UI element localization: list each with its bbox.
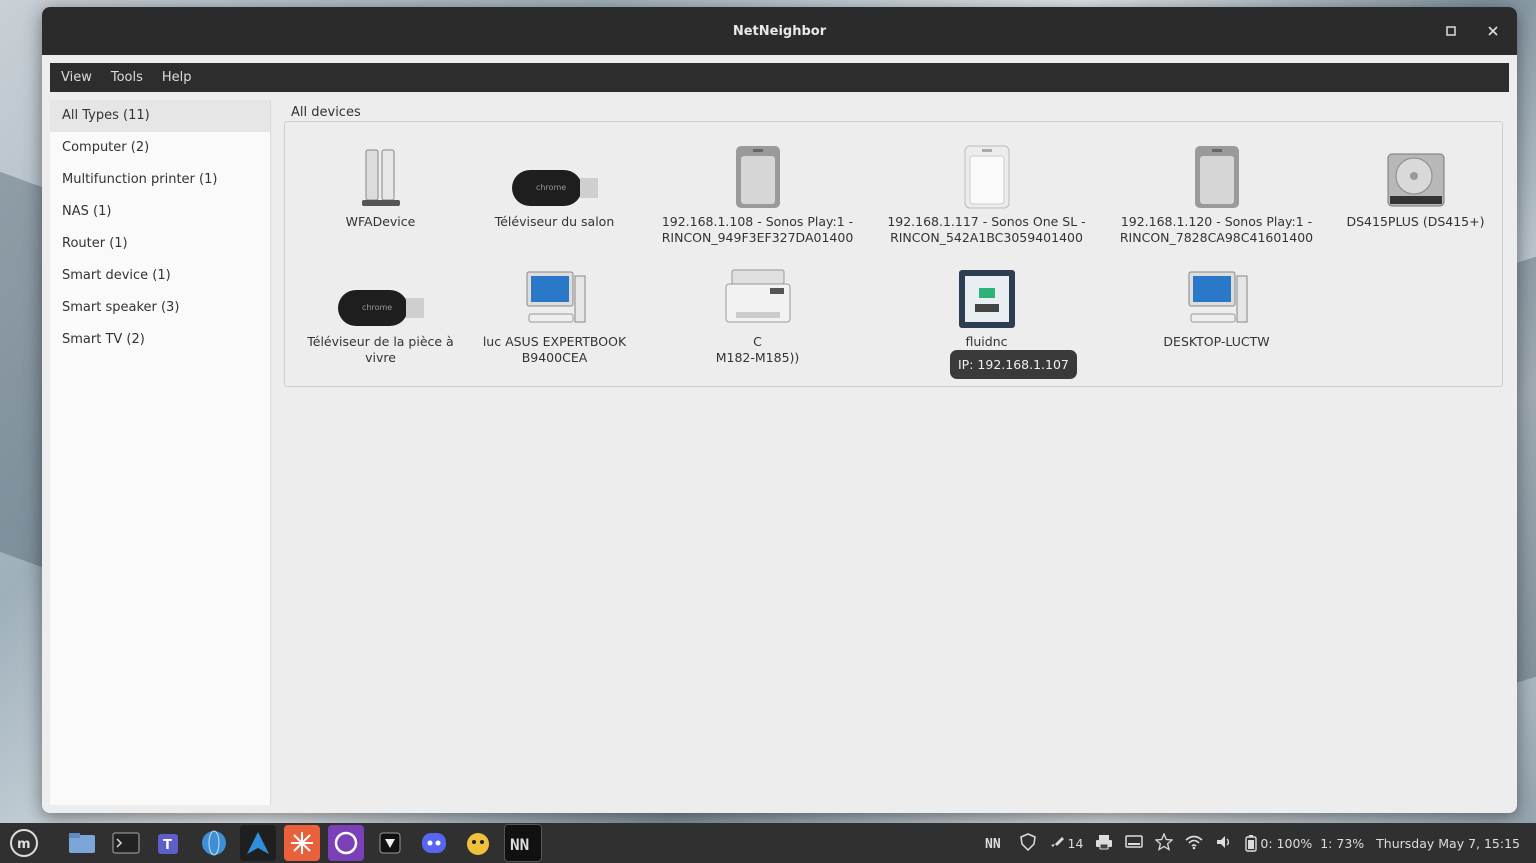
device-label-line1: 192.168.1.117 - Sonos One SL - xyxy=(887,214,1086,229)
star-icon[interactable] xyxy=(1154,831,1174,854)
menu-bar: View Tools Help xyxy=(50,63,1509,92)
menu-tools[interactable]: Tools xyxy=(100,70,151,85)
device-label-line2: RINCON_542A1BC3059401400 xyxy=(890,230,1083,245)
file-manager-icon[interactable] xyxy=(64,825,100,861)
device-tile[interactable]: DESKTOP-LUCTW xyxy=(1109,260,1324,350)
notification-count: 14 xyxy=(1067,835,1084,851)
device-label-line2: B9400CEA xyxy=(521,350,588,365)
device-label-line2: RINCON_7828CA98C41601400 xyxy=(1119,230,1314,245)
group-label: All devices xyxy=(291,105,361,120)
svg-text:chrome: chrome xyxy=(362,303,392,312)
clock[interactable]: Thursday May 7, 15:15 xyxy=(1376,836,1520,851)
netneighbor-tray-icon[interactable]: NN xyxy=(985,833,1007,854)
svg-text:T: T xyxy=(163,838,172,853)
svg-text:NN: NN xyxy=(985,837,1001,851)
device-tile[interactable]: fluidnc xyxy=(879,260,1094,350)
svg-text:NN: NN xyxy=(510,835,529,854)
ip-tooltip: IP: 192.168.1.107 xyxy=(950,350,1077,379)
sidebar-item-nas[interactable]: NAS (1) xyxy=(50,196,270,228)
device-tile[interactable]: 192.168.1.117 - Sonos One SL - RINCON_54… xyxy=(879,140,1094,246)
mascot-app-icon[interactable] xyxy=(460,825,496,861)
sidebar-item-smart-speaker[interactable]: Smart speaker (3) xyxy=(50,292,270,324)
device-label-line2: RINCON_949F3EF327DA01400 xyxy=(661,230,854,245)
netneighbor-window: NetNeighbor View Tools Help All Types (1… xyxy=(42,7,1517,813)
device-label-line2: C xyxy=(753,334,762,349)
device-tile[interactable]: C M182-M185)) xyxy=(650,260,865,366)
sidebar-item-computer[interactable]: Computer (2) xyxy=(50,132,270,164)
desktop-computer-icon xyxy=(447,260,662,330)
sidebar-item-smart-tv[interactable]: Smart TV (2) xyxy=(50,324,270,356)
spark-app-icon[interactable] xyxy=(284,825,320,861)
maximize-icon[interactable] xyxy=(1441,21,1461,41)
terminal-icon[interactable] xyxy=(108,825,144,861)
device-label: DESKTOP-LUCTW xyxy=(1163,334,1270,349)
device-label-line1: 192.168.1.120 - Sonos Play:1 - xyxy=(1120,214,1313,229)
printer-icon xyxy=(650,260,865,330)
device-tile[interactable]: chrome Téléviseur du salon xyxy=(447,140,662,230)
device-tile[interactable]: 192.168.1.120 - Sonos Play:1 - RINCON_78… xyxy=(1109,140,1324,246)
svg-text:chrome: chrome xyxy=(536,183,566,192)
battery-icon xyxy=(1245,835,1258,852)
close-icon[interactable] xyxy=(1483,21,1503,41)
device-tile[interactable]: 192.168.1.108 - Sonos Play:1 - RINCON_94… xyxy=(650,140,865,246)
sonos-speaker-icon xyxy=(1109,140,1324,210)
rocket-icon xyxy=(1050,837,1064,847)
box-app-icon[interactable] xyxy=(372,825,408,861)
device-label-line1: 192.168.1.108 - Sonos Play:1 - xyxy=(661,214,854,229)
sonos-speaker-icon xyxy=(650,140,865,210)
window-title: NetNeighbor xyxy=(732,23,827,39)
device-label-line1: luc ASUS EXPERTBOOK xyxy=(482,334,627,349)
wallpaper-shape xyxy=(1515,256,1536,684)
device-label: fluidnc xyxy=(965,334,1008,349)
device-label: Téléviseur du salon xyxy=(494,214,615,229)
device-label-line3: M182-M185)) xyxy=(715,350,800,365)
printer-tray-icon[interactable] xyxy=(1095,834,1113,853)
battery-text: 0: 100% 1: 73% xyxy=(1260,835,1365,851)
browser-icon[interactable] xyxy=(196,825,232,861)
device-tile[interactable]: luc ASUS EXPERTBOOK B9400CEA xyxy=(447,260,662,366)
battery-tray[interactable]: 0: 100% 1: 73% xyxy=(1245,834,1364,852)
device-content: All devices WFADevice chrome Téléviseur … xyxy=(278,100,1508,805)
device-type-sidebar: All Types (11) Computer (2) Multifunctio… xyxy=(50,100,271,805)
3d-printer-icon xyxy=(879,260,1094,330)
display-tray-icon[interactable] xyxy=(1125,834,1144,853)
mint-menu-icon[interactable]: m xyxy=(6,825,42,861)
desktop-computer-icon xyxy=(1109,260,1324,330)
wallpaper-shape xyxy=(0,171,45,569)
sidebar-item-smart-device[interactable]: Smart device (1) xyxy=(50,260,270,292)
shield-icon[interactable] xyxy=(1019,832,1037,854)
sidebar-item-all-types[interactable]: All Types (11) xyxy=(50,100,270,132)
svg-text:m: m xyxy=(17,837,31,852)
netneighbor-app-icon[interactable]: NN xyxy=(504,824,542,862)
github-icon[interactable] xyxy=(328,825,364,861)
discord-icon[interactable] xyxy=(416,825,452,861)
device-tile[interactable]: DS415PLUS (DS415+) xyxy=(1308,140,1517,230)
notifications-tray[interactable]: 14 xyxy=(1049,835,1084,851)
title-bar[interactable]: NetNeighbor xyxy=(42,7,1517,55)
sonos-white-speaker-icon xyxy=(879,140,1094,210)
sidebar-item-router[interactable]: Router (1) xyxy=(50,228,270,260)
volume-icon[interactable] xyxy=(1215,834,1233,853)
devices-frame: WFADevice chrome Téléviseur du salon 192… xyxy=(284,121,1503,387)
wifi-icon[interactable] xyxy=(1185,834,1203,853)
chromecast-icon: chrome xyxy=(447,140,662,210)
arch-app-icon[interactable] xyxy=(240,825,276,861)
menu-help[interactable]: Help xyxy=(151,70,200,85)
device-label: DS415PLUS (DS415+) xyxy=(1346,214,1485,229)
system-tray: NN 14 0: 100% 1: 73% Thursday May 7, 15:… xyxy=(985,823,1520,863)
sidebar-item-multifunction-printer[interactable]: Multifunction printer (1) xyxy=(50,164,270,196)
nas-drive-icon xyxy=(1308,140,1517,210)
taskbar: m T NN NN 14 0: 100% 1: 73% Thursday May… xyxy=(0,823,1536,863)
teams-icon[interactable]: T xyxy=(152,825,188,861)
menu-view[interactable]: View xyxy=(50,70,100,85)
